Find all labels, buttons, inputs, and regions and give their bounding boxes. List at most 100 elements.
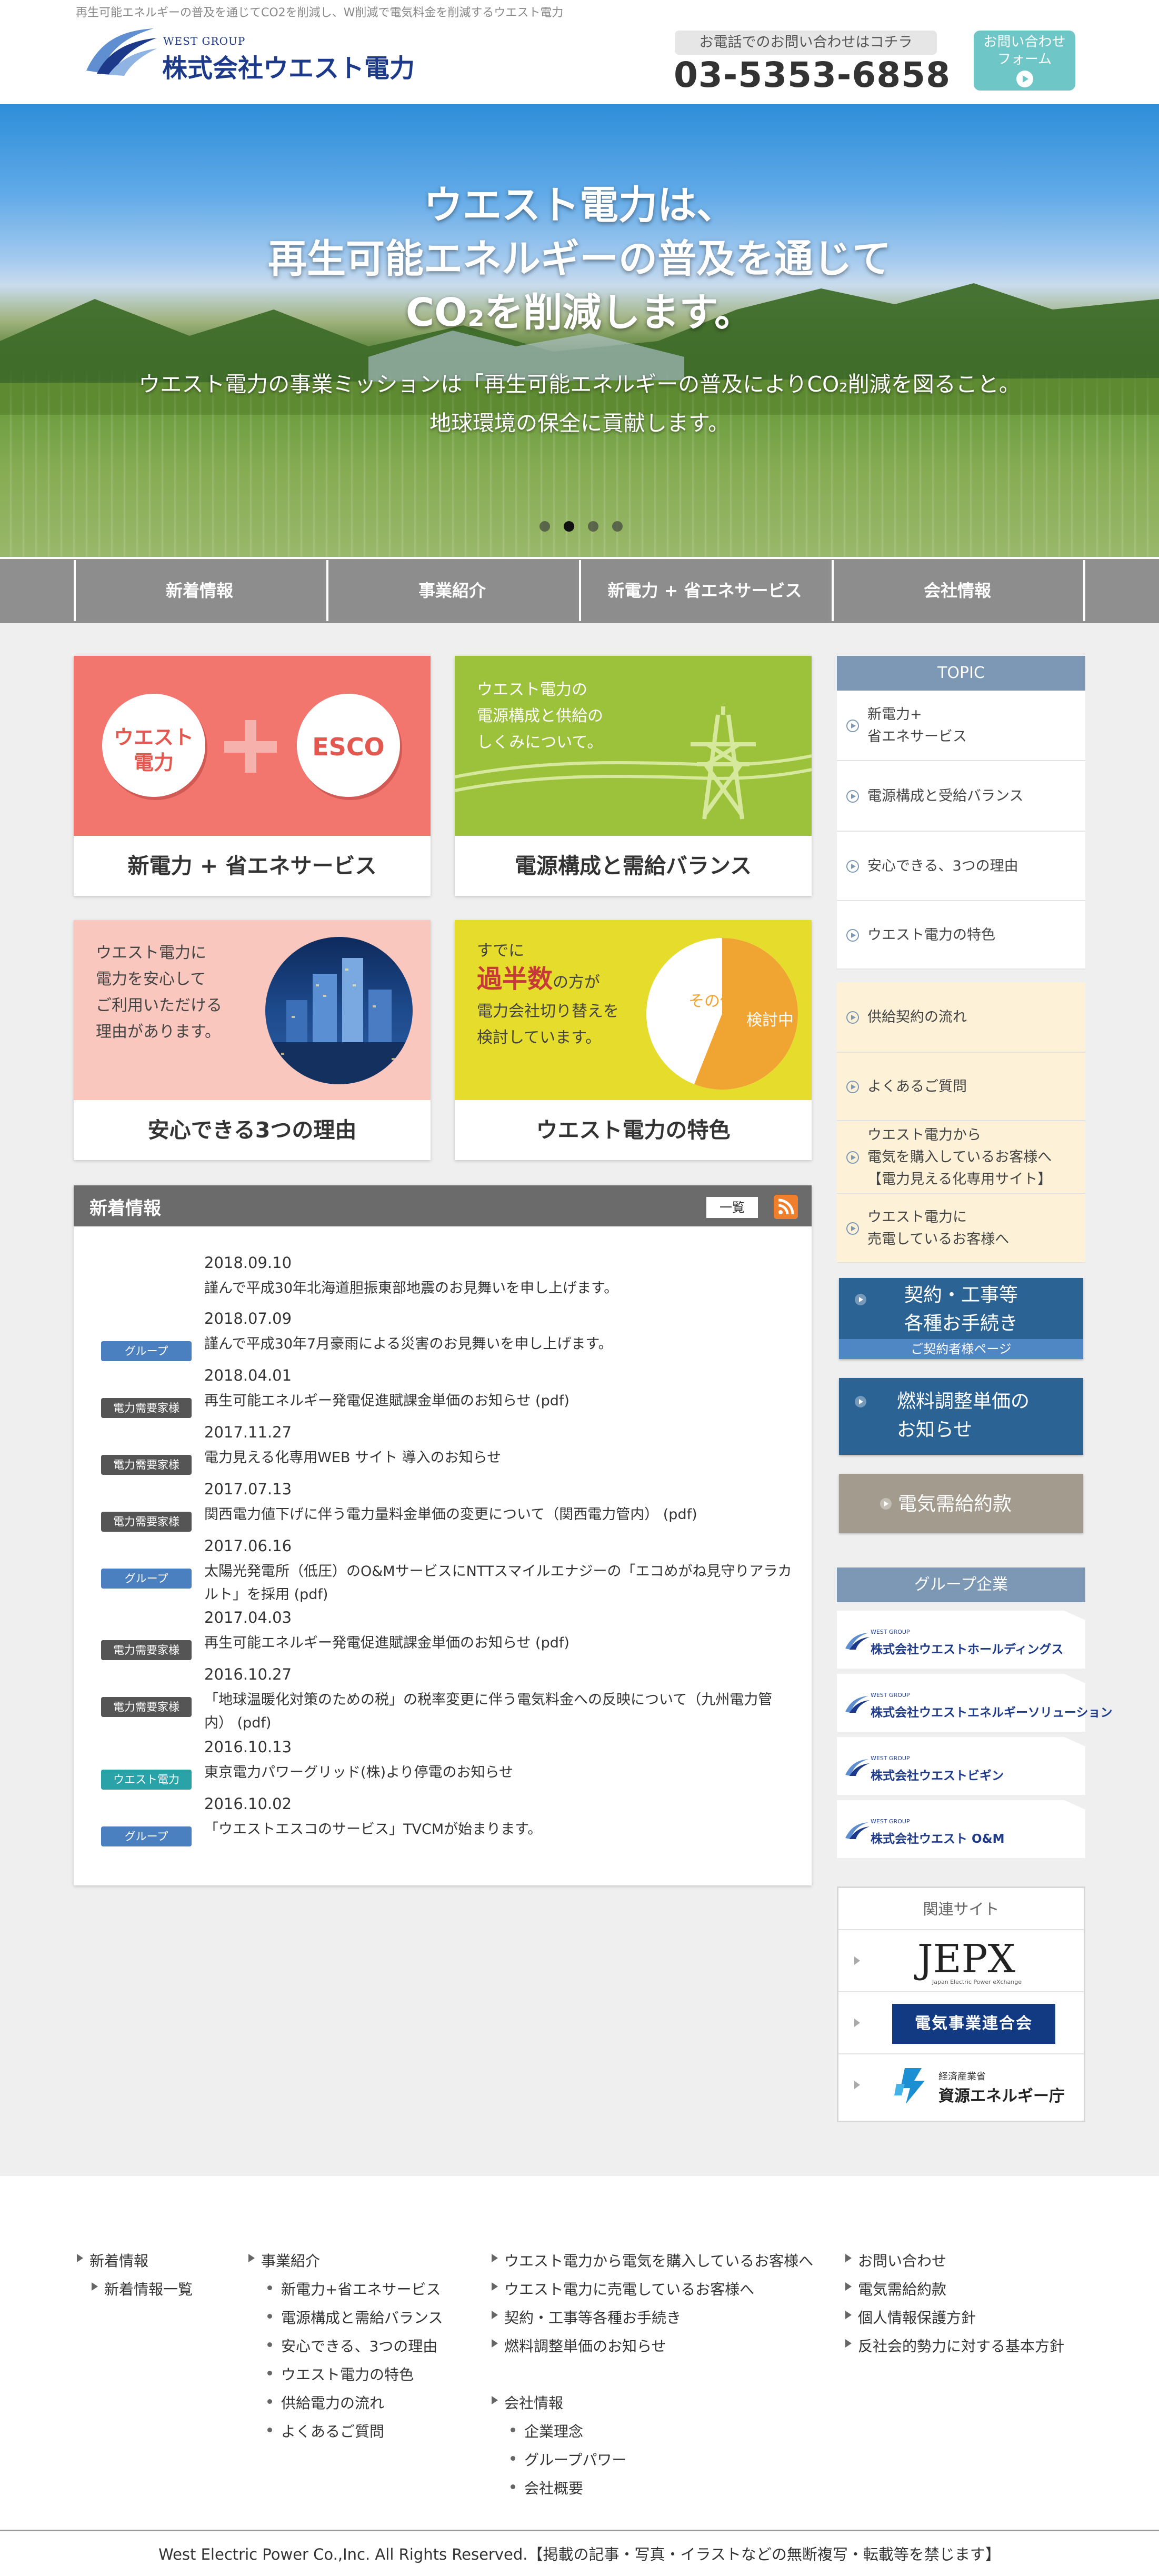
news-date: 2017.11.27 [204,1423,292,1441]
footer-link[interactable]: 新着情報 [76,2250,148,2271]
news-link[interactable]: 電力見える化専用WEB サイト 導入のお知らせ [204,1446,794,1470]
group-company-link[interactable]: WEST GROUP 株式会社ウエストエネルギーソリューション [837,1674,1113,1732]
card-features[interactable]: すでに 過半数の方が 電力会社切り替えを 検討しています。 その他 検討中 ウエ… [455,920,812,1160]
logo-swoosh-icon [86,28,157,76]
nav-item-news[interactable]: 新着情報 [74,560,323,621]
related-link-fepc[interactable]: 電気事業連合会 [838,1992,1084,2054]
footer-link[interactable]: お問い合わせ [845,2250,946,2271]
arrow-circle-icon [855,1396,866,1407]
news-link[interactable]: 関西電力値下げに伴う電力量料金単価の変更について（関西電力管内） (pdf) [204,1503,794,1526]
related-link-enecho[interactable]: 経済産業省 資源エネルギー庁 [838,2054,1084,2116]
news-link[interactable]: 謹んで平成30年7月豪雨による災害のお見舞いを申し上げます。 [204,1333,794,1356]
phone-label: お電話でのお問い合わせはコチラ [675,31,937,55]
footer-link[interactable]: 事業紹介 [248,2250,320,2271]
global-nav: 新着情報 事業紹介 新電力 + 省エネサービス 会社情報 [0,558,1159,623]
news-title: 新着情報 [89,1198,161,1219]
logo-group-label: WEST GROUP [163,35,246,47]
slider-dot-1[interactable] [539,521,550,532]
topic-link[interactable]: ウエスト電力の特色 [837,901,1085,970]
topic-link[interactable]: 新電力+ 省エネサービス [837,691,1085,761]
footer-link[interactable]: 会社情報 [491,2392,563,2413]
terms-button[interactable]: 電気需給約款 [839,1474,1083,1533]
news-date: 2016.10.27 [204,1665,292,1683]
jepx-logo-sub: Japan Electric Power eXchange [932,1979,1022,1985]
news-date: 2016.10.13 [204,1738,292,1756]
footer-link[interactable]: 新電力+省エネサービス [267,2278,441,2299]
slider-dot-4[interactable] [612,521,623,532]
footer-link[interactable]: グループパワー [510,2449,626,2470]
footer-link[interactable]: 個人情報保護方針 [845,2307,976,2328]
news-category-badge: 電力需要家様 [101,1697,192,1717]
caption-line: 電力を安心して [96,970,206,989]
nav-item-business[interactable]: 事業紹介 [326,560,576,621]
nav-item-power-service[interactable]: 新電力 + 省エネサービス [579,560,828,621]
news-category-badge: 電力需要家様 [101,1640,192,1660]
footer-link[interactable]: 会社概要 [510,2477,583,2498]
news-date: 2018.09.10 [204,1254,292,1272]
site-tagline: 再生可能エネルギーの普及を通じてCO2を削減し、W削減で電気料金を削減するウエス… [76,6,564,19]
phone-number[interactable]: 03-5353-6858 [674,55,951,95]
arrow-circle-icon [880,1498,892,1510]
news-link[interactable]: 再生可能エネルギー発電促進賦課金単価のお知らせ (pdf) [204,1632,794,1655]
group-company-link[interactable]: WEST GROUP 株式会社ウエストホールディングス [837,1611,1085,1669]
company-logo[interactable]: WEST GROUP 株式会社ウエスト電力 [84,21,415,84]
group-logo-swoosh-icon [845,1696,870,1713]
footer-link[interactable]: よくあるご質問 [267,2420,384,2441]
footer-link[interactable]: 安心できる、3つの理由 [267,2335,437,2356]
news-list-button[interactable]: 一覧 [706,1197,758,1218]
news-link[interactable]: 「ウエストエスコのサービス」TVCMが始まります。 [204,1818,794,1841]
topic-link[interactable]: よくあるご質問 [837,1053,1085,1121]
topic-link[interactable]: 安心できる、3つの理由 [837,832,1085,901]
group-logo-swoosh-icon [845,1759,870,1776]
news-link[interactable]: 再生可能エネルギー発電促進賦課金単価のお知らせ (pdf) [204,1390,794,1413]
card-three-reasons[interactable]: ウエスト電力に 電力を安心して ご利用いただける 理由があります。 安心できる3… [74,920,431,1160]
news-category-badge: 電力需要家様 [101,1398,192,1418]
footer-link[interactable]: ウエスト電力の特色 [267,2363,414,2384]
news-link[interactable]: 東京電力パワーグリッド(株)より停電のお知らせ [204,1761,794,1784]
news-link[interactable]: 謹んで平成30年北海道胆振東部地震のお見舞いを申し上げます。 [204,1277,794,1300]
footer-link[interactable]: ウエスト電力から電気を購入しているお客様へ [491,2250,813,2271]
power-tower-icon [455,706,812,820]
caption-majority: 過半数の方が [477,963,619,999]
news-link[interactable]: 「地球温暖化対策のための税」の税率変更に伴う電気料金への反映について（九州電力管… [204,1689,794,1735]
related-link-jepx[interactable]: JEPX Japan Electric Power eXchange [838,1930,1084,1992]
rss-icon[interactable] [774,1195,798,1219]
slider-dot-3[interactable] [588,521,598,532]
contract-btn-sub: ご契約者様ページ [839,1339,1083,1359]
hero-headline-2: 再生可能エネルギーの普及を通じて [268,236,891,282]
news-date: 2017.06.16 [204,1537,292,1555]
footer-link[interactable]: 反社会的勢力に対する基本方針 [845,2335,1064,2356]
footer-link[interactable]: 契約・工事等各種お手続き [491,2307,681,2328]
news-link[interactable]: 太陽光発電所（低圧）のO&MサービスにNTTスマイルエナジーの「エコめがね見守り… [204,1560,794,1606]
topic-label: 供給契約の流れ [867,1009,967,1025]
news-date: 2018.04.01 [204,1366,292,1384]
footer-link[interactable]: 燃料調整単価のお知らせ [491,2335,666,2356]
topic-link[interactable]: ウエスト電力から 電気を購入しているお客様へ 【電力見える化専用サイト】 [837,1121,1085,1194]
footer-link[interactable]: 新着情報一覧 [91,2278,193,2299]
group-company-link[interactable]: WEST GROUP 株式会社ウエストビギン [837,1737,1085,1795]
footer-link[interactable]: 電源構成と需給バランス [267,2307,443,2328]
group-logo-small: WEST GROUP [871,1629,910,1635]
footer-link[interactable]: ウエスト電力に売電しているお客様へ [491,2278,754,2299]
footer-link[interactable]: 供給電力の流れ [267,2392,384,2413]
nav-item-company[interactable]: 会社情報 [832,560,1081,621]
topic-link[interactable]: ウエスト電力に 売電しているお客様へ [837,1194,1085,1263]
contract-procedures-button[interactable]: 契約・工事等 各種お手続き ご契約者様ページ [839,1278,1083,1359]
topic-label: 新電力+ [867,706,922,723]
card-new-power-service[interactable]: ウエスト 電力 ESCO 新電力 + 省エネサービス [74,656,431,896]
footer-link[interactable]: 企業理念 [510,2420,583,2441]
group-company-link[interactable]: WEST GROUP 株式会社ウエスト O&M [837,1800,1085,1858]
group-company-name: 株式会社ウエスト O&M [871,1832,1005,1846]
slider-dot-2[interactable] [564,521,574,532]
contract-btn-line1: 契約・工事等 [904,1284,1018,1306]
topic-link[interactable]: 電源構成と受給バランス [837,761,1085,832]
arrow-circle-icon [1016,71,1033,87]
topic-label: 省エネサービス [867,728,967,745]
contact-line2: フォーム [997,52,1052,67]
footer-link[interactable]: 電気需給約款 [845,2278,946,2299]
fuel-adjustment-button[interactable]: 燃料調整単価の お知らせ [839,1378,1083,1455]
topic-link[interactable]: 供給契約の流れ [837,982,1085,1053]
contact-form-button[interactable]: お問い合わせ フォーム [974,31,1075,91]
related-sites-panel: 関連サイト JEPX Japan Electric Power eXchange… [837,1886,1085,2122]
card-power-balance[interactable]: ウエスト電力の 電源構成と供給の しくみについて。 電源構成と需給バランス [455,656,812,896]
